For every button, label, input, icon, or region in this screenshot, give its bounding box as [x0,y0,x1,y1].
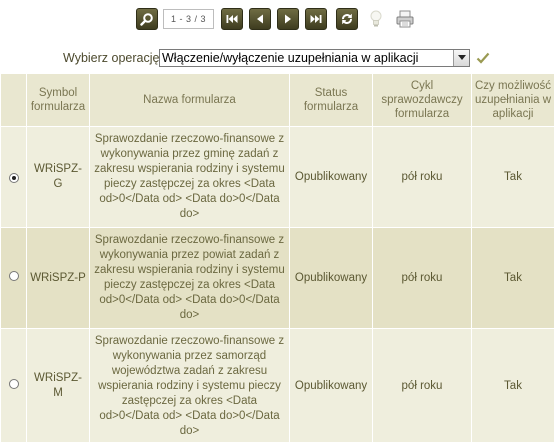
search-icon [140,13,153,26]
prev-page-button[interactable] [249,8,271,30]
printer-icon [396,10,414,28]
header-select [0,73,27,127]
table-row[interactable]: WRiSPZ-G Sprawozdanie rzeczowo-finansowe… [0,126,554,228]
header-symbol[interactable]: Symbol formularza [26,73,90,127]
radio-selected-dot [11,175,16,180]
cell-name: Sprawozdanie rzeczowo-finansowe z wykony… [89,126,290,228]
print-button[interactable] [394,8,416,30]
row-radio[interactable] [8,270,19,281]
row-radio[interactable] [8,378,19,389]
table-row[interactable]: WRiSPZ-P Sprawozdanie rzeczowo-finansowe… [0,227,554,329]
cell-fill: Tak [471,328,554,442]
refresh-icon [342,13,352,25]
row-select-cell [0,126,27,228]
header-status[interactable]: Status formularza [289,73,373,127]
operation-label: Wybierz operację: [63,51,163,65]
header-cycle[interactable]: Cykl sprawozdawczy formularza [372,73,472,127]
next-page-button[interactable] [277,8,299,30]
cell-status: Opublikowany [289,126,373,228]
first-page-icon [226,15,238,23]
row-select-cell [0,328,27,442]
operation-row: Wybierz operację: Włączenie/wyłączenie u… [0,48,554,70]
hint-button[interactable] [365,8,387,30]
table-row[interactable]: WRiSPZ-M Sprawozdanie rzeczowo-finansowe… [0,328,554,442]
search-button[interactable] [136,8,158,30]
first-page-button[interactable] [221,8,243,30]
forms-table: Symbol formularza Nazwa formularza Statu… [0,73,554,442]
operation-select[interactable]: Włączenie/wyłączenie uzupełniania w apli… [159,49,470,67]
prev-page-icon [257,14,263,24]
cell-name: Sprawozdanie rzeczowo-finansowe z wykony… [89,328,290,442]
cell-cycle: pół roku [372,126,472,228]
refresh-button[interactable] [336,8,358,30]
cell-symbol: WRiSPZ-P [26,227,90,329]
table-header-row: Symbol formularza Nazwa formularza Statu… [0,73,554,127]
last-page-icon [310,15,322,23]
cell-status: Opublikowany [289,328,373,442]
header-name[interactable]: Nazwa formularza [89,73,290,127]
apply-operation-button[interactable] [475,50,491,66]
checkmark-icon [476,52,490,64]
cell-symbol: WRiSPZ-G [26,126,90,228]
row-radio[interactable] [8,172,19,183]
cell-name: Sprawozdanie rzeczowo-finansowe z wykony… [89,227,290,329]
operation-select-value: Włączenie/wyłączenie uzupełniania w apli… [162,51,419,65]
cell-cycle: pół roku [372,227,472,329]
lightbulb-icon [370,10,382,27]
header-fill[interactable]: Czy możliwość uzupełniania w aplikacji [471,73,554,127]
cell-fill: Tak [471,126,554,228]
page-indicator: 1 - 3 / 3 [163,9,214,29]
cell-status: Opublikowany [289,227,373,329]
cell-cycle: pół roku [372,328,472,442]
row-select-cell [0,227,27,329]
next-page-icon [285,14,291,24]
chevron-down-icon[interactable] [453,50,469,66]
cell-fill: Tak [471,227,554,329]
last-page-button[interactable] [305,8,327,30]
cell-symbol: WRiSPZ-M [26,328,90,442]
